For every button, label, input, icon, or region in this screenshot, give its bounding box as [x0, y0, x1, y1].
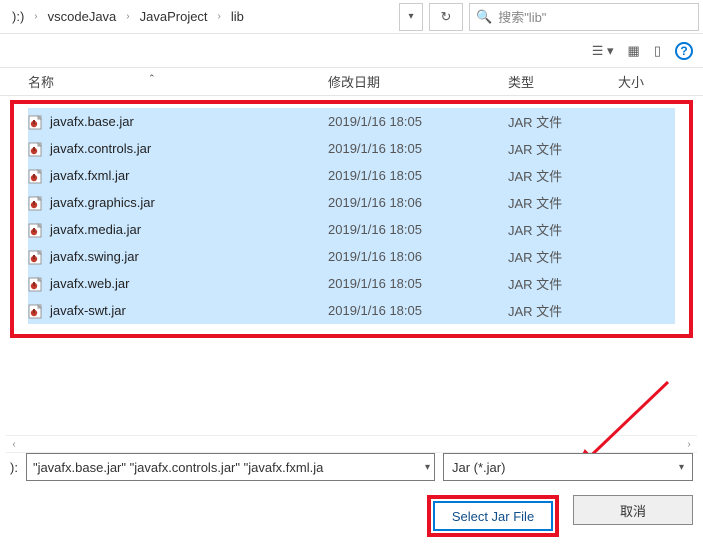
file-modified: 2019/1/16 18:05 [328, 222, 508, 237]
breadcrumb-item[interactable]: JavaProject [132, 9, 216, 24]
file-name: javafx.web.jar [50, 276, 328, 291]
dialog-bottom: ): "javafx.base.jar" "javafx.controls.ja… [0, 415, 703, 549]
search-input[interactable]: 🔍 搜索"lib" [469, 3, 699, 31]
chevron-down-icon: ▾ [679, 462, 684, 473]
column-name-label: 名称 [28, 75, 54, 90]
file-type: JAR 文件 [508, 247, 618, 266]
breadcrumb-item[interactable]: lib [223, 9, 252, 24]
filename-label: ): [10, 460, 18, 475]
filename-input[interactable]: "javafx.base.jar" "javafx.controls.jar" … [26, 453, 435, 481]
file-modified: 2019/1/16 18:05 [328, 276, 508, 291]
select-jar-label: Select Jar File [452, 509, 534, 524]
file-row[interactable]: javafx.graphics.jar2019/1/16 18:06JAR 文件 [28, 189, 675, 216]
file-type: JAR 文件 [508, 274, 618, 293]
file-list[interactable]: javafx.base.jar2019/1/16 18:05JAR 文件java… [0, 96, 703, 326]
sort-asc-icon: ⌃ [148, 73, 156, 84]
chevron-right-icon: › [216, 11, 223, 22]
chevron-down-icon: ▾ [425, 462, 430, 473]
column-size[interactable]: 大小 [618, 72, 703, 91]
file-name: javafx.controls.jar [50, 141, 328, 156]
file-type: JAR 文件 [508, 112, 618, 131]
chevron-right-icon: › [124, 11, 131, 22]
file-row[interactable]: javafx.swing.jar2019/1/16 18:06JAR 文件 [28, 243, 675, 270]
highlight-rect: Select Jar File [427, 495, 559, 537]
preview-pane-icon[interactable]: ▯ [654, 43, 661, 59]
jar-file-icon [28, 276, 46, 292]
file-type-filter[interactable]: Jar (*.jar) ▾ [443, 453, 693, 481]
select-jar-button[interactable]: Select Jar File [433, 501, 553, 531]
search-placeholder: 搜索"lib" [498, 7, 546, 26]
view-toolbar: ☰ ▾ ▦ ▯ ? [0, 34, 703, 68]
address-bar: ):) › vscodeJava › JavaProject › lib ▾ ↻… [0, 0, 703, 34]
file-modified: 2019/1/16 18:05 [328, 303, 508, 318]
view-list-icon[interactable]: ☰ ▾ [592, 43, 614, 59]
filter-value: Jar (*.jar) [452, 460, 505, 475]
filename-value: "javafx.base.jar" "javafx.controls.jar" … [33, 460, 323, 475]
chevron-right-icon: › [32, 11, 39, 22]
file-name: javafx.fxml.jar [50, 168, 328, 183]
file-modified: 2019/1/16 18:06 [328, 195, 508, 210]
file-row[interactable]: javafx.fxml.jar2019/1/16 18:05JAR 文件 [28, 162, 675, 189]
cancel-label: 取消 [620, 501, 646, 520]
cancel-button[interactable]: 取消 [573, 495, 693, 525]
help-icon[interactable]: ? [675, 42, 693, 60]
column-name[interactable]: 名称 ⌃ [28, 72, 328, 91]
column-type[interactable]: 类型 [508, 72, 618, 91]
file-name: javafx-swt.jar [50, 303, 328, 318]
filename-row: ): "javafx.base.jar" "javafx.controls.ja… [10, 453, 693, 481]
jar-file-icon [28, 168, 46, 184]
column-modified[interactable]: 修改日期 [328, 72, 508, 91]
refresh-icon: ↻ [441, 9, 452, 25]
file-row[interactable]: javafx.controls.jar2019/1/16 18:05JAR 文件 [28, 135, 675, 162]
breadcrumb-drive[interactable]: ):) [4, 9, 32, 24]
file-type: JAR 文件 [508, 139, 618, 158]
file-name: javafx.graphics.jar [50, 195, 328, 210]
breadcrumb-item[interactable]: vscodeJava [40, 9, 125, 24]
file-type: JAR 文件 [508, 220, 618, 239]
file-modified: 2019/1/16 18:05 [328, 168, 508, 183]
file-modified: 2019/1/16 18:06 [328, 249, 508, 264]
jar-file-icon [28, 222, 46, 238]
file-name: javafx.swing.jar [50, 249, 328, 264]
file-name: javafx.media.jar [50, 222, 328, 237]
file-modified: 2019/1/16 18:05 [328, 141, 508, 156]
button-row: Select Jar File 取消 [10, 495, 693, 537]
column-headers: 名称 ⌃ 修改日期 类型 大小 [0, 68, 703, 96]
file-type: JAR 文件 [508, 193, 618, 212]
jar-file-icon [28, 195, 46, 211]
jar-file-icon [28, 114, 46, 130]
refresh-button[interactable]: ↻ [429, 3, 463, 31]
jar-file-icon [28, 303, 46, 319]
jar-file-icon [28, 141, 46, 157]
file-type: JAR 文件 [508, 301, 618, 320]
file-row[interactable]: javafx.web.jar2019/1/16 18:05JAR 文件 [28, 270, 675, 297]
location-dropdown[interactable]: ▾ [399, 3, 423, 31]
chevron-down-icon: ▾ [408, 11, 413, 22]
file-row[interactable]: javafx.media.jar2019/1/16 18:05JAR 文件 [28, 216, 675, 243]
file-row[interactable]: javafx.base.jar2019/1/16 18:05JAR 文件 [28, 108, 675, 135]
search-icon: 🔍 [476, 9, 492, 25]
file-row[interactable]: javafx-swt.jar2019/1/16 18:05JAR 文件 [28, 297, 675, 324]
view-grid-icon[interactable]: ▦ [628, 43, 640, 59]
file-name: javafx.base.jar [50, 114, 328, 129]
file-list-area: javafx.base.jar2019/1/16 18:05JAR 文件java… [0, 96, 703, 326]
breadcrumb[interactable]: ):) › vscodeJava › JavaProject › lib [4, 3, 395, 31]
jar-file-icon [28, 249, 46, 265]
file-type: JAR 文件 [508, 166, 618, 185]
file-modified: 2019/1/16 18:05 [328, 114, 508, 129]
